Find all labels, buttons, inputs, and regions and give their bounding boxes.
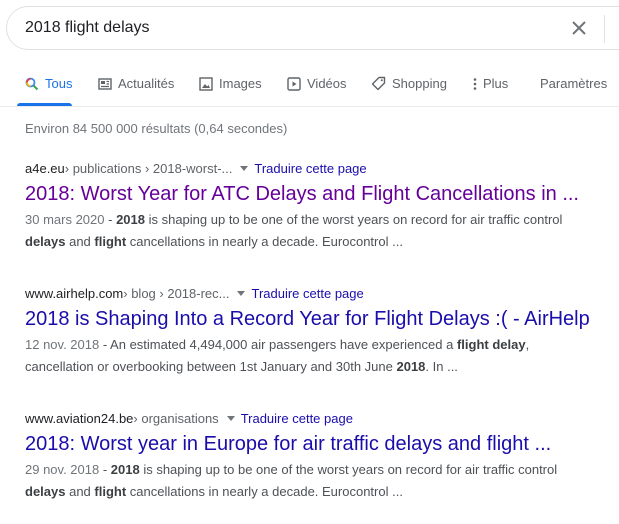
result-path: › organisations	[133, 410, 219, 426]
snippet-line: delays and flight cancellations in nearl…	[25, 234, 403, 249]
result-path: › blog › 2018-rec...	[123, 285, 230, 301]
snippet-line: 12 nov. 2018 - An estimated 4,494,000 ai…	[25, 337, 530, 352]
image-icon	[199, 76, 213, 91]
news-icon	[98, 77, 112, 90]
result-domain: a4e.eu	[25, 160, 65, 176]
caret-down-icon[interactable]	[226, 415, 235, 421]
tab-label: Paramètres	[540, 76, 608, 91]
tabs-divider	[0, 106, 619, 107]
tab-all[interactable]: Tous	[25, 76, 72, 91]
result-url[interactable]: a4e.eu › publications › 2018-worst-... T…	[25, 159, 615, 177]
result-title[interactable]: 2018: Worst year in Europe for air traff…	[25, 431, 615, 457]
tag-icon	[371, 76, 386, 91]
snippet-line: 29 nov. 2018 - 2018 is shaping up to be …	[25, 462, 558, 477]
tab-label: Shopping	[392, 76, 447, 91]
search-tabs: Tous Actualités Images Vidéos Shopping P…	[0, 70, 619, 106]
result-date: 30 mars 2020	[25, 212, 105, 227]
result-title[interactable]: 2018: Worst Year for ATC Delays and Flig…	[25, 181, 615, 207]
translate-link[interactable]: Traduire cette page	[241, 411, 353, 426]
result-snippet: 29 nov. 2018 - 2018 is shaping up to be …	[25, 459, 615, 503]
search-input[interactable]: 2018 flight delays	[25, 19, 150, 37]
result-url[interactable]: www.aviation24.be › organisations Tradui…	[25, 409, 615, 427]
translate-link[interactable]: Traduire cette page	[251, 286, 363, 301]
tab-videos[interactable]: Vidéos	[287, 76, 347, 91]
result-domain: www.aviation24.be	[25, 410, 134, 426]
tab-label: Vidéos	[307, 76, 347, 91]
snippet-line: 30 mars 2020 - 2018 is shaping up to be …	[25, 212, 563, 227]
result-stats: Environ 84 500 000 résultats (0,64 secon…	[25, 121, 288, 136]
result-date: 12 nov. 2018	[25, 337, 100, 352]
snippet-line: cancellation or overbooking between 1st …	[25, 359, 458, 374]
tab-settings[interactable]: Paramètres	[540, 76, 607, 91]
snippet-line: delays and flight cancellations in nearl…	[25, 484, 403, 499]
search-box[interactable]: 2018 flight delays	[6, 6, 619, 50]
result-url[interactable]: www.airhelp.com › blog › 2018-rec... Tra…	[25, 284, 615, 302]
result-domain: www.airhelp.com	[25, 285, 124, 301]
tab-news[interactable]: Actualités	[98, 76, 174, 91]
result-path: › publications › 2018-worst-...	[64, 160, 233, 176]
result-snippet: 12 nov. 2018 - An estimated 4,494,000 ai…	[25, 334, 615, 378]
result-date: 29 nov. 2018	[25, 462, 100, 477]
clear-icon[interactable]	[567, 16, 591, 40]
caret-down-icon[interactable]	[240, 165, 249, 171]
search-result: a4e.eu › publications › 2018-worst-... T…	[25, 159, 615, 253]
result-title[interactable]: 2018 is Shaping Into a Record Year for F…	[25, 306, 615, 332]
search-result: www.airhelp.com › blog › 2018-rec... Tra…	[25, 284, 615, 378]
tab-label: Tous	[45, 76, 73, 91]
tab-more[interactable]: Plus	[473, 76, 508, 91]
tab-images[interactable]: Images	[199, 76, 262, 91]
caret-down-icon[interactable]	[237, 290, 246, 296]
video-icon	[287, 76, 301, 91]
search-icon	[25, 77, 39, 91]
tab-shopping[interactable]: Shopping	[371, 76, 447, 91]
more-vert-icon	[473, 77, 477, 91]
search-divider	[604, 15, 605, 43]
translate-link[interactable]: Traduire cette page	[254, 161, 366, 176]
search-result: www.aviation24.be › organisations Tradui…	[25, 409, 615, 503]
result-snippet: 30 mars 2020 - 2018 is shaping up to be …	[25, 209, 615, 253]
tab-label: Images	[219, 76, 262, 91]
tab-label: Actualités	[118, 76, 175, 91]
tab-label: Plus	[483, 76, 509, 91]
